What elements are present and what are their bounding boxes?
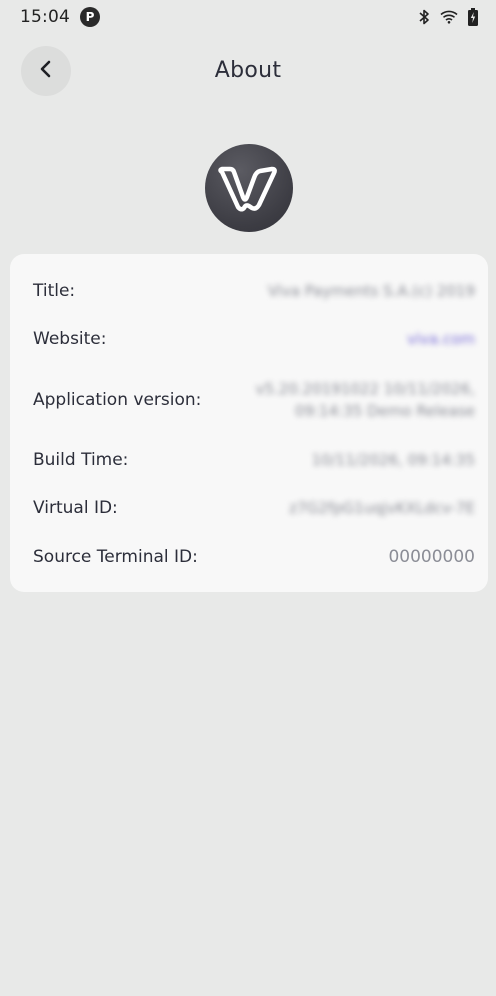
battery-charging-icon bbox=[468, 8, 478, 26]
wifi-icon bbox=[440, 10, 458, 24]
info-row-app-version: Application version: v5.20.20191022 10/1… bbox=[10, 375, 488, 425]
about-info-card: Title: Viva Payments S.A.(c) 2019 Websit… bbox=[10, 254, 488, 592]
app-notification-icon: P bbox=[80, 7, 100, 27]
viva-logo-icon bbox=[205, 144, 293, 232]
info-row-virtual-id: Virtual ID: z7G2fpG1uqjvKXLdcv-7E bbox=[10, 496, 488, 520]
bluetooth-icon bbox=[418, 8, 430, 26]
status-icons bbox=[418, 8, 478, 26]
info-row-website: Website: viva.com bbox=[10, 327, 488, 351]
info-value: v5.20.20191022 10/11/2026, 09:14:35 Demo… bbox=[255, 380, 475, 420]
info-label: Source Terminal ID: bbox=[33, 547, 198, 567]
app-header: About bbox=[0, 46, 496, 98]
info-row-source-terminal-id: Source Terminal ID: 00000000 bbox=[10, 545, 488, 569]
info-row-build-time: Build Time: 10/11/2026, 09:14:35 bbox=[10, 448, 488, 472]
info-label: Title: bbox=[33, 281, 76, 301]
page-title: About bbox=[214, 58, 282, 83]
info-value: 00000000 bbox=[388, 547, 475, 567]
info-label: Build Time: bbox=[33, 450, 129, 470]
info-label: Application version: bbox=[33, 390, 202, 410]
info-value: z7G2fpG1uqjvKXLdcv-7E bbox=[289, 499, 475, 517]
info-value: Viva Payments S.A.(c) 2019 bbox=[267, 282, 475, 300]
info-value: 10/11/2026, 09:14:35 bbox=[311, 451, 475, 469]
info-label: Website: bbox=[33, 329, 107, 349]
status-bar: 15:04 P bbox=[0, 0, 496, 34]
website-link[interactable]: viva.com bbox=[407, 328, 475, 350]
status-time: 15:04 bbox=[20, 7, 70, 27]
info-row-title: Title: Viva Payments S.A.(c) 2019 bbox=[10, 279, 488, 303]
info-label: Virtual ID: bbox=[33, 498, 118, 518]
